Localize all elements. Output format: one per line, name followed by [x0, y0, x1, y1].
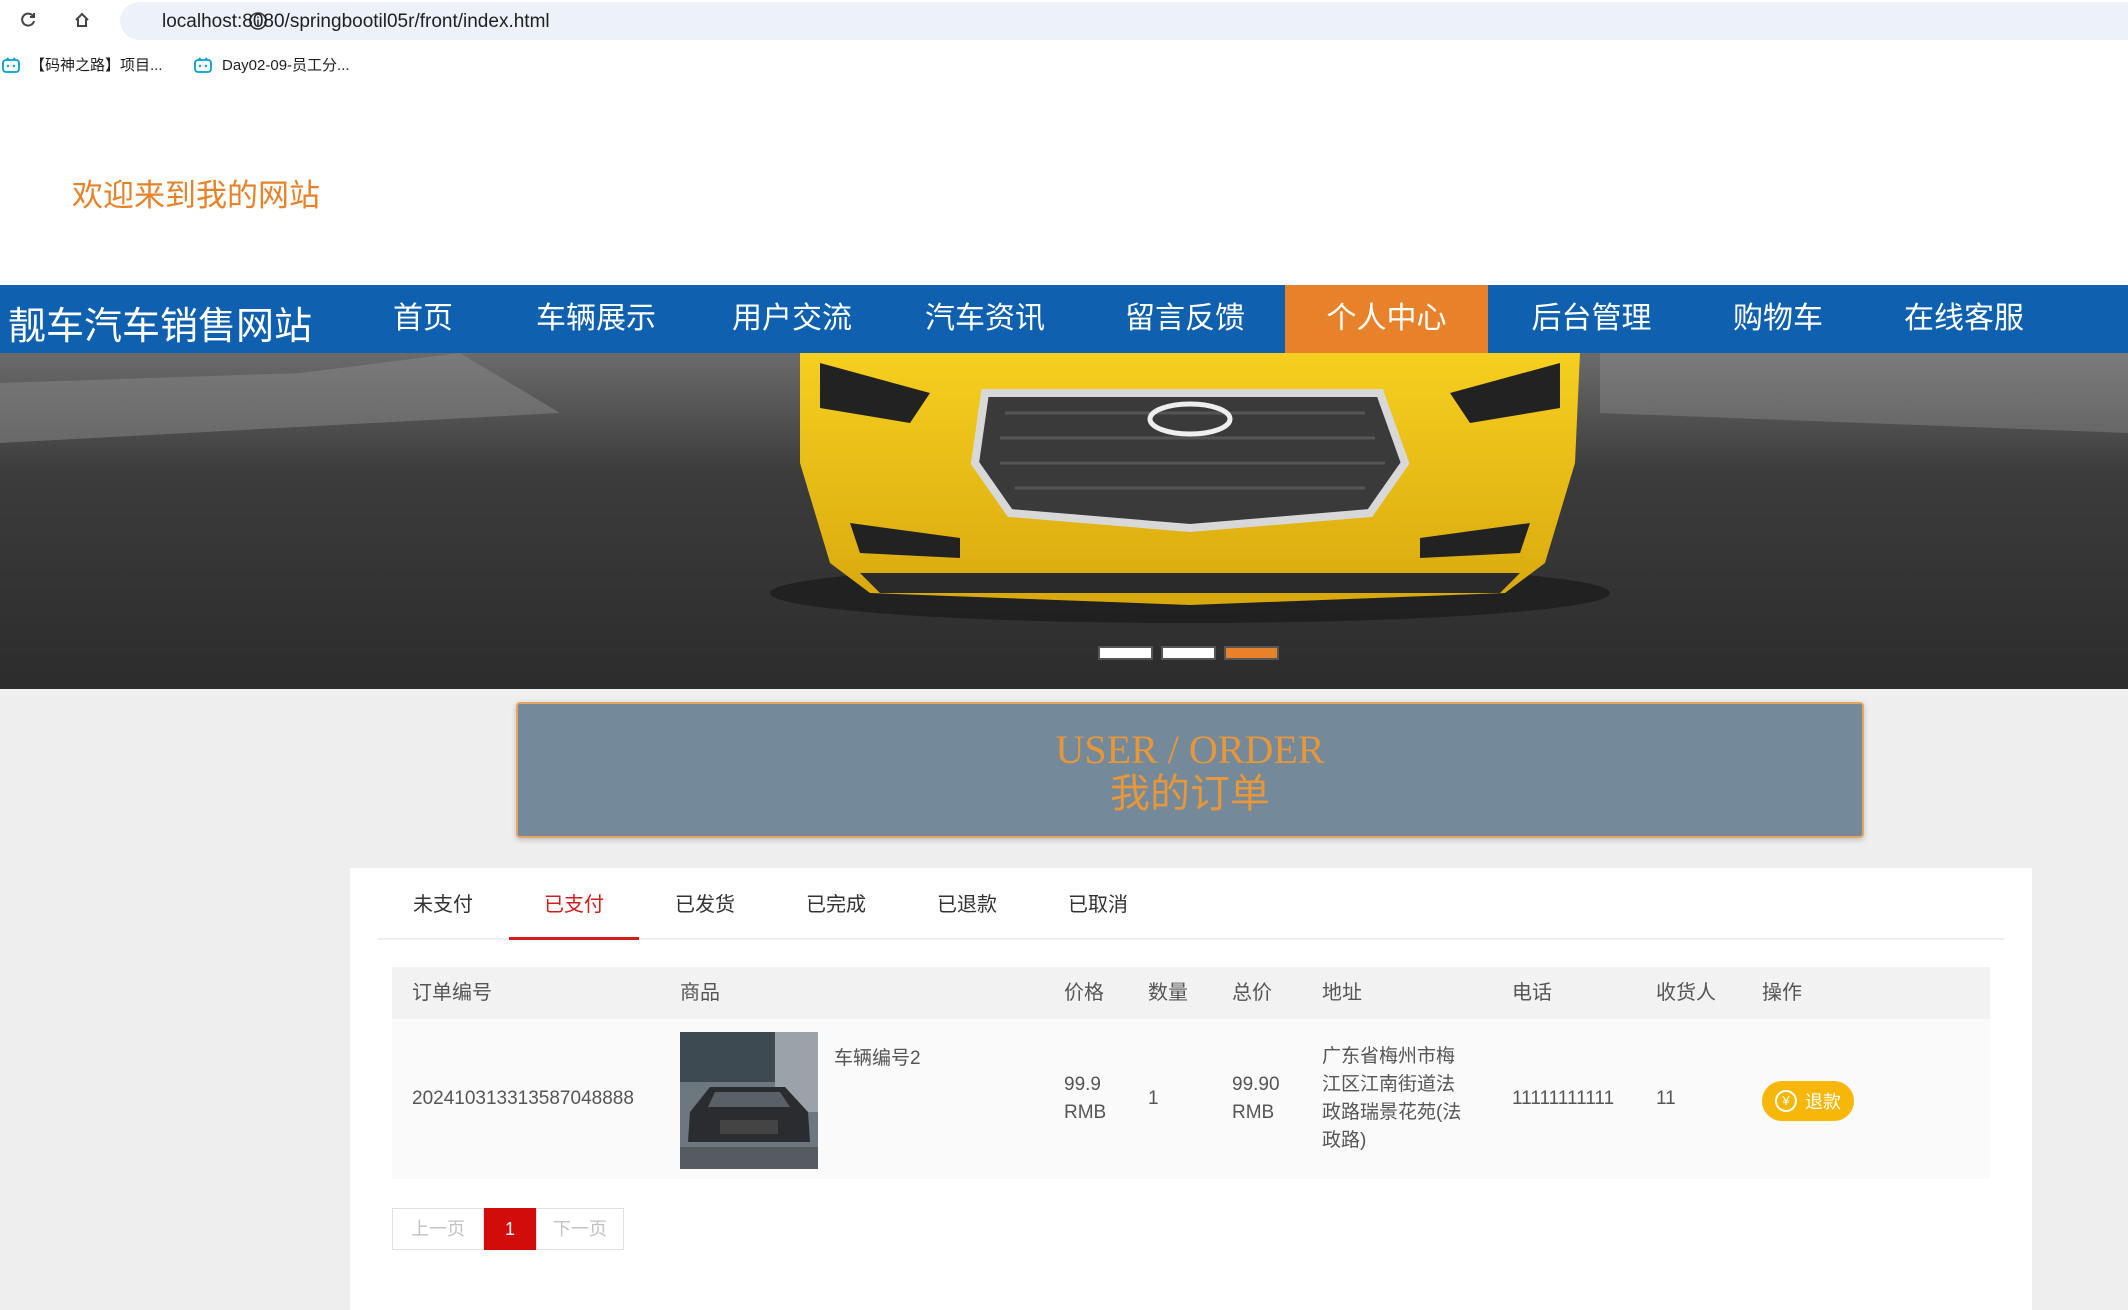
refund-button[interactable]: ¥ 退款 [1762, 1081, 1854, 1121]
nav-item-community[interactable]: 用户交流 [700, 285, 884, 353]
pagination: 上一页 1 下一页 [392, 1208, 624, 1250]
nav-item-cart[interactable]: 购物车 [1695, 285, 1861, 353]
nav-item-online-service[interactable]: 在线客服 [1861, 285, 2067, 353]
site-brand[interactable]: 靓车汽车销售网站 [8, 295, 312, 350]
main-navbar: 靓车汽车销售网站 首页 车辆展示 用户交流 汽车资讯 留言反馈 个人中心 后台管… [0, 285, 2128, 353]
next-page-button[interactable]: 下一页 [536, 1208, 624, 1250]
price-unit: RMB [1064, 1102, 1107, 1123]
tab-shipped[interactable]: 已发货 [640, 868, 770, 940]
column-header: 数量 [1148, 982, 1188, 1004]
column-header: 操作 [1762, 982, 1802, 1004]
product-name[interactable]: 车辆编号2 [834, 1045, 921, 1073]
order-panel: 未支付 已支付 已发货 已完成 已退款 已取消 订单编号 商品 价格 数量 总价… [350, 868, 2032, 1310]
prev-page-button[interactable]: 上一页 [392, 1208, 484, 1250]
url-text[interactable]: localhost:8080/springbootil05r/front/ind… [162, 11, 550, 33]
bookmark-label: Day02-09-员工分... [222, 57, 350, 74]
order-table-header: 订单编号 商品 价格 数量 总价 地址 电话 收货人 操作 [392, 967, 1990, 1019]
column-header: 收货人 [1656, 982, 1716, 1004]
column-header: 电话 [1512, 982, 1552, 1004]
table-row: 202410313313587048888 车辆编号2 99.9 RMB 1 9… [392, 1019, 1990, 1179]
tab-refunded[interactable]: 已退款 [902, 868, 1032, 940]
nav-item-admin[interactable]: 后台管理 [1488, 285, 1695, 353]
order-status-tabs: 未支付 已支付 已发货 已完成 已退款 已取消 [378, 868, 2004, 940]
phone: 11111111111 [1512, 1088, 1615, 1109]
price-cell: 99.9 RMB [1064, 1071, 1106, 1127]
banner-carousel[interactable] [0, 353, 2128, 689]
nav-item-personal-center[interactable]: 个人中心 [1285, 285, 1488, 353]
section-title-cn: 我的订单 [1110, 771, 1270, 816]
tab-completed[interactable]: 已完成 [771, 868, 901, 940]
address-line: 广东省梅州市梅 [1322, 1046, 1456, 1067]
browser-toolbar: localhost:8080/springbootil05r/front/ind… [0, 0, 2128, 40]
bilibili-icon [194, 56, 212, 73]
carousel-dot[interactable] [1098, 646, 1153, 660]
column-header: 订单编号 [412, 982, 492, 1004]
nav-item-news[interactable]: 汽车资讯 [884, 285, 1086, 353]
quantity: 1 [1148, 1088, 1159, 1109]
bilibili-icon [2, 56, 20, 73]
current-page[interactable]: 1 [484, 1208, 536, 1250]
column-header: 总价 [1232, 982, 1272, 1004]
tab-cancelled[interactable]: 已取消 [1033, 868, 1163, 940]
carousel-indicators [1098, 646, 1279, 660]
address-line: 政路瑞景花苑(法 [1322, 1102, 1462, 1123]
address-bar[interactable]: localhost:8080/springbootil05r/front/ind… [120, 2, 2128, 40]
price-value: 99.9 [1064, 1074, 1101, 1095]
carousel-dot-active[interactable] [1224, 646, 1279, 660]
total-value: 99.90 [1232, 1074, 1280, 1095]
column-header: 商品 [680, 982, 720, 1004]
welcome-text: 欢迎来到我的网站 [72, 178, 320, 213]
column-header: 地址 [1322, 982, 1362, 1004]
product-thumbnail[interactable] [680, 1032, 818, 1169]
refund-button-label: 退款 [1805, 1092, 1841, 1112]
section-title-box: USER / ORDER 我的订单 [516, 702, 1864, 838]
nav-item-vehicles[interactable]: 车辆展示 [492, 285, 700, 353]
order-number: 202410313313587048888 [412, 1088, 634, 1109]
address-cell: 广东省梅州市梅 江区江南街道法 政路瑞景花苑(法 政路) [1322, 1043, 1461, 1155]
nav-item-feedback[interactable]: 留言反馈 [1086, 285, 1284, 353]
section-title-en: USER / ORDER [1055, 727, 1325, 772]
home-icon[interactable] [68, 6, 96, 34]
yen-icon: ¥ [1775, 1090, 1797, 1112]
address-line: 政路) [1322, 1130, 1367, 1151]
bookmark-label: 【码神之路】项目... [30, 57, 163, 74]
total-unit: RMB [1232, 1102, 1275, 1123]
carousel-dot[interactable] [1161, 646, 1216, 660]
column-header: 价格 [1064, 982, 1104, 1004]
tab-unpaid[interactable]: 未支付 [378, 868, 508, 940]
bookmark-item[interactable]: 【码神之路】项目... [2, 54, 163, 75]
receiver: 11 [1656, 1088, 1676, 1109]
total-cell: 99.90 RMB [1232, 1071, 1280, 1127]
tab-paid[interactable]: 已支付 [509, 868, 639, 940]
banner-car-image [0, 353, 2128, 689]
bookmarks-bar: 【码神之路】项目... Day02-09-员工分... [0, 40, 2128, 94]
reload-icon[interactable] [14, 6, 42, 34]
bookmark-item[interactable]: Day02-09-员工分... [194, 54, 350, 75]
address-line: 江区江南街道法 [1322, 1074, 1456, 1095]
nav-item-home[interactable]: 首页 [354, 285, 492, 353]
